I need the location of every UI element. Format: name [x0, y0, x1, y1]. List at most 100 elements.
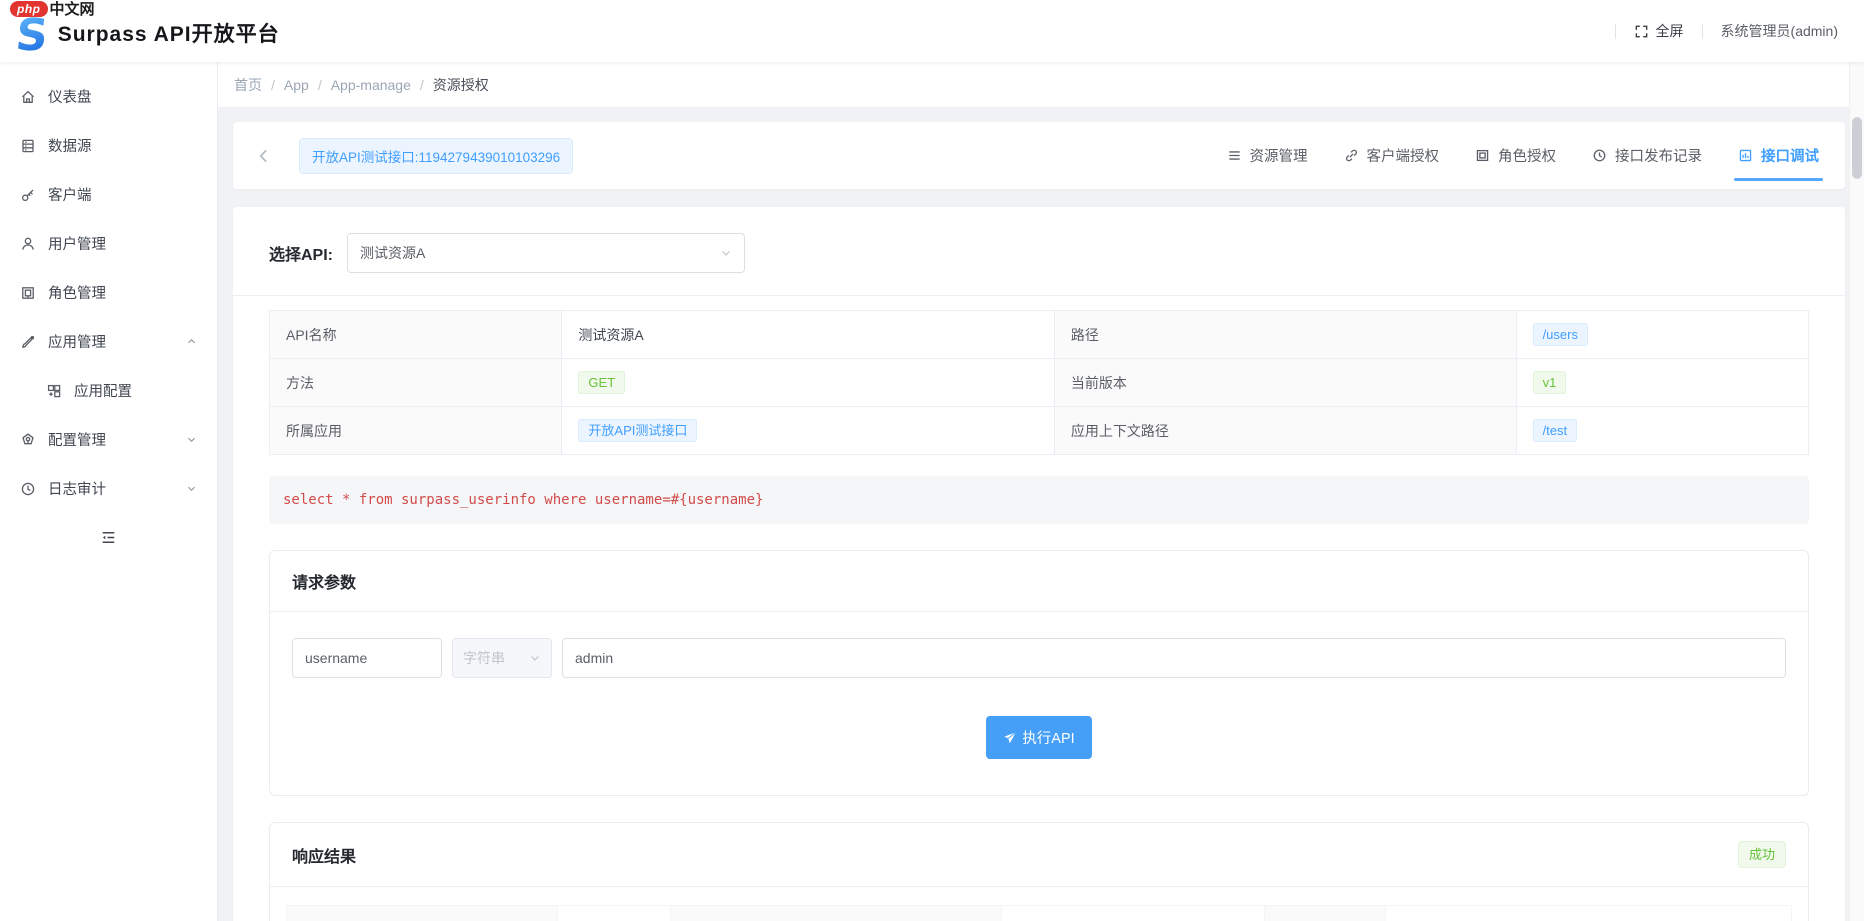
tab-role-auth[interactable]: 角色授权 [1475, 122, 1556, 189]
status-badge: 成功 [1738, 841, 1786, 868]
app-tag[interactable]: 开放API测试接口:1194279439010103296 [299, 138, 573, 174]
sidebar-item-audit[interactable]: 日志审计 [0, 464, 217, 513]
header-right: 全屏 系统管理员(admin) [1615, 21, 1838, 41]
sidebar-item-app-manage[interactable]: 应用管理 [0, 317, 217, 366]
execute-api-button[interactable]: 执行API [986, 716, 1091, 759]
method-tag: GET [578, 371, 625, 394]
tab-bar: 资源管理 客户端授权 [1227, 122, 1820, 189]
audit-icon [20, 481, 36, 497]
app-config-icon [46, 383, 62, 399]
link-icon [1344, 148, 1359, 163]
info-value-method: GET [562, 359, 1054, 407]
sidebar-item-app-config[interactable]: 应用配置 [0, 366, 217, 415]
key-icon [20, 187, 36, 203]
response-card: 响应结果 成功 状态码 0 执行时间 123ms 消息 success [269, 822, 1809, 921]
request-params-header: 请求参数 [270, 551, 1808, 612]
scrollbar-thumb[interactable] [1852, 117, 1862, 179]
cn-watermark-text: 中文网 [50, 0, 95, 19]
sidebar-item-label: 客户端 [48, 184, 92, 205]
response-header: 响应结果 成功 [270, 823, 1808, 887]
datasource-icon [20, 138, 36, 154]
info-label: API名称 [270, 311, 562, 359]
param-type-select[interactable]: 字符串 [452, 638, 552, 678]
info-value-version: v1 [1516, 359, 1808, 407]
param-row: 字符串 [292, 638, 1786, 678]
response-result-table: 状态码 0 执行时间 123ms 消息 success [286, 905, 1792, 921]
api-select[interactable]: 测试资源A [347, 233, 745, 273]
fullscreen-icon [1634, 24, 1649, 39]
param-name-input[interactable] [292, 638, 442, 678]
result-value-exec-time: 123ms [1001, 906, 1264, 921]
tab-api-debug[interactable]: 接口调试 [1738, 122, 1819, 189]
collapse-menu-icon [100, 529, 117, 546]
api-info-table: API名称 测试资源A 路径 /users 方法 GET 当前版本 v1 所属应… [269, 310, 1809, 455]
user-icon [20, 236, 36, 252]
role-icon [20, 285, 36, 301]
chevron-down-icon [186, 434, 197, 445]
sidebar-item-dashboard[interactable]: 仪表盘 [0, 72, 217, 121]
tab-label: 资源管理 [1250, 145, 1308, 166]
chevron-down-icon [529, 652, 541, 664]
app-logo: S [12, 16, 52, 56]
breadcrumb-home[interactable]: 首页 [234, 75, 262, 95]
scrollbar[interactable] [1849, 62, 1864, 921]
breadcrumb-separator: / [420, 77, 424, 93]
sidebar-item-label: 日志审计 [48, 478, 106, 499]
request-params-title: 请求参数 [292, 569, 356, 593]
sidebar-item-label: 用户管理 [48, 233, 106, 254]
sidebar-item-roles[interactable]: 角色管理 [0, 268, 217, 317]
tab-client-auth[interactable]: 客户端授权 [1344, 122, 1440, 189]
sidebar-item-label: 配置管理 [48, 429, 106, 450]
back-button[interactable] [255, 147, 273, 165]
sidebar: 仪表盘 数据源 客户端 用户管理 [0, 62, 218, 921]
tab-label: 角色授权 [1498, 145, 1556, 166]
dashboard-icon [20, 89, 36, 105]
info-label: 方法 [270, 359, 562, 407]
sidebar-item-users[interactable]: 用户管理 [0, 219, 217, 268]
breadcrumb-app-manage[interactable]: App-manage [331, 77, 411, 93]
breadcrumb-app[interactable]: App [284, 77, 309, 93]
owner-app-tag[interactable]: 开放API测试接口 [578, 419, 697, 442]
tab-publish-records[interactable]: 接口发布记录 [1592, 122, 1702, 189]
sidebar-collapse-toggle[interactable] [0, 513, 217, 562]
api-select-row: 选择API: 测试资源A [233, 233, 1845, 296]
app-manage-icon [20, 334, 36, 350]
sidebar-item-config-manage[interactable]: 配置管理 [0, 415, 217, 464]
sidebar-item-datasource[interactable]: 数据源 [0, 121, 217, 170]
info-value-path: /users [1516, 311, 1808, 359]
result-label: 状态码 [287, 906, 558, 921]
sidebar-item-label: 数据源 [48, 135, 92, 156]
tab-label: 接口调试 [1761, 145, 1819, 166]
php-badge: php [10, 1, 48, 17]
table-row: API名称 测试资源A 路径 /users [270, 311, 1809, 359]
sidebar-item-label: 应用配置 [74, 380, 132, 401]
fullscreen-button[interactable]: 全屏 [1634, 21, 1684, 41]
table-row: 所属应用 开放API测试接口 应用上下文路径 /test [270, 407, 1809, 455]
api-select-value: 测试资源A [360, 243, 425, 263]
result-label: 执行时间 [670, 906, 1001, 921]
execute-api-label: 执行API [1022, 727, 1074, 748]
path-tag: /users [1533, 323, 1588, 346]
frame-icon [1475, 148, 1490, 163]
tab-resource-manage[interactable]: 资源管理 [1227, 122, 1308, 189]
debug-icon [1738, 148, 1753, 163]
info-label: 当前版本 [1054, 359, 1516, 407]
api-toolbar: 开放API测试接口:1194279439010103296 资源管理 [233, 122, 1845, 189]
fullscreen-label: 全屏 [1656, 21, 1684, 41]
sql-statement: select * from surpass_userinfo where use… [269, 476, 1809, 524]
user-menu[interactable]: 系统管理员(admin) [1721, 21, 1838, 41]
api-debug-panel: 选择API: 测试资源A API名称 测试资源A 路径 [233, 207, 1845, 921]
result-value-message: success [1385, 906, 1791, 921]
list-icon [1227, 148, 1242, 163]
clock-icon [1592, 148, 1607, 163]
result-label: 消息 [1265, 906, 1385, 921]
divider [1615, 24, 1616, 39]
send-icon [1003, 731, 1017, 745]
sidebar-item-client[interactable]: 客户端 [0, 170, 217, 219]
config-icon [20, 432, 36, 448]
info-value-owner-app: 开放API测试接口 [562, 407, 1054, 455]
param-value-input[interactable] [562, 638, 1786, 678]
app-header: php 中文网 S Surpass API开放平台 全屏 系统管理员(admin… [0, 0, 1864, 62]
version-tag: v1 [1533, 371, 1567, 394]
info-value-api-name: 测试资源A [562, 311, 1054, 359]
